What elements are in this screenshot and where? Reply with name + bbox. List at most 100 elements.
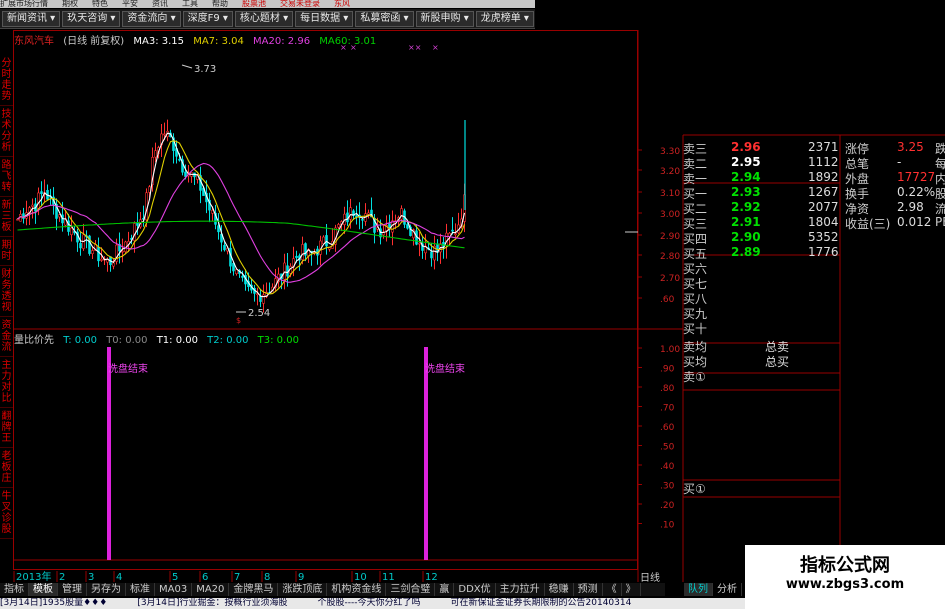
indicator-axis-label: .20 [660,501,675,511]
bottom-tab[interactable]: 》 [622,583,641,596]
time-axis-label: 11 [382,572,395,583]
stat-value: 2.98 [897,200,924,214]
price-axis-label: 3.30 [660,147,680,157]
order-volume: 1804 [808,215,839,229]
candle-body [418,242,421,245]
right-tab[interactable]: 分析 [713,583,742,596]
chart-marker: × [350,43,357,52]
bottom-tab[interactable]: 金牌黑马 [229,583,279,596]
candle-body [211,210,214,214]
right-tab[interactable]: 队列 [684,583,713,596]
stat-value: - [897,155,902,169]
order-volume: 1776 [808,245,839,259]
bottom-tab[interactable]: 指标 [0,583,29,596]
bottom-tab[interactable]: 另存为 [87,583,126,596]
candle-body [454,233,457,236]
candle-body [367,212,370,215]
candle-body [283,262,286,280]
indicator-axis-label: .80 [660,384,675,394]
bottom-tab[interactable]: MA20 [192,583,230,596]
price-axis-label: 2.70 [660,274,680,284]
order-price: 2.90 [731,230,761,244]
order-price: 2.95 [731,155,761,169]
period-label[interactable]: 日线 [640,569,684,584]
bottom-tab[interactable]: 三剑合璧 [386,583,436,596]
bottom-tab[interactable]: 《 [603,583,622,596]
candle-body [37,192,40,209]
time-axis-label: 7 [234,572,240,583]
order-volume: 1892 [808,170,839,184]
ticker-item[interactable]: [3月14日]行业掘金：按概行业须海股 [137,598,287,608]
stat-value: 0.22% [897,185,936,199]
stat-label: 收益(三) [845,217,891,231]
candle-body [322,236,325,245]
indicator-axis-label: .70 [660,404,675,414]
candle-body [349,207,352,220]
stat-value: 17727 [897,170,936,184]
ticker-item[interactable]: 个股股----今天你分红了吗 [318,598,421,608]
time-axis-label: 5 [172,572,178,583]
signal-label: 洗盘结束 [425,362,465,375]
bottom-tab[interactable]: 机构资金线 [327,583,387,596]
signal-bar [107,347,111,560]
stat-extra: PE [935,215,945,229]
bottom-tab[interactable]: 管理 [58,583,87,596]
candle-body [31,204,34,207]
candle-body [112,262,115,267]
candle-body [91,250,94,254]
bottom-tab[interactable]: MA03 [155,583,193,596]
candle-body [97,247,100,262]
watermark-url: www.zbgs3.com [785,577,905,592]
candle-body [133,223,136,241]
time-axis-label: 3 [88,572,94,583]
bottom-tab[interactable]: 赢 [435,583,455,596]
price-axis-label: 3.10 [660,189,680,199]
candle-body [406,224,409,229]
indicator-axis-label: .10 [660,521,675,531]
app-window: 扩展市场行情 期权 特色 平安 资讯 工具 帮助 股票池 交易未登录 东风 新闻资讯 ▾ 玖天咨询 … [0,0,945,609]
chart-marker: × [340,43,347,52]
signal-label: 洗盘结束 [108,362,148,375]
candle-body [223,245,226,251]
ticker-item[interactable]: 可在新保证金证券长期限制的公告20140314 [451,598,632,608]
candle-body [154,150,157,158]
watermark-title: 指标公式网 [800,555,890,576]
bottom-tab[interactable]: 预测 [574,583,603,596]
avg-total-label: 总买 [765,355,790,369]
order-price: 2.94 [731,170,761,184]
right-tabs: 队列 分析 [684,583,742,596]
ticker-item[interactable]: [3月14日]1935股量♦♦♦ [0,598,107,608]
price-axis-label: 3.00 [660,210,680,220]
bottom-tab[interactable]: DDX优 [454,583,496,596]
bottom-tab[interactable]: 标准 [126,583,155,596]
order-volume: 2077 [808,200,839,214]
candle-body [301,244,304,261]
order-volume: 2371 [808,140,839,154]
indicator-axis-label: .90 [660,365,675,375]
order-price: 2.89 [731,245,761,259]
sell1-label: 卖① [683,370,706,384]
low-annotation: 2.54 [248,308,270,319]
candle-body [163,133,166,136]
watermark: 指标公式网 www.zbgs3.com [745,545,945,609]
candle-body [70,227,73,235]
bottom-tab[interactable]: 模板 [29,583,58,596]
candle-body [241,275,244,278]
indicator-axis-label: 1.00 [660,345,680,355]
chart-marker: × [432,43,439,52]
time-axis-label: 4 [116,572,122,583]
candle-body [259,295,262,302]
order-price: 2.92 [731,200,761,214]
stat-value: 3.25 [897,140,924,154]
order-volume: 1112 [808,155,839,169]
bottom-tab[interactable]: 主力拉升 [496,583,545,596]
chart-canvas[interactable]: 3.303.203.103.002.902.802.70.601.00.90.8… [0,0,945,609]
bottom-tab[interactable]: 涨跌顶底 [278,583,328,596]
indicator-axis-label: .40 [660,462,675,472]
ma20-line [17,162,465,283]
time-axis-label: 12 [425,572,438,583]
bottom-tab[interactable]: 稳赚 [545,583,574,596]
candle-body [79,243,82,249]
candle-body [361,219,364,221]
order-volume: 1267 [808,185,839,199]
